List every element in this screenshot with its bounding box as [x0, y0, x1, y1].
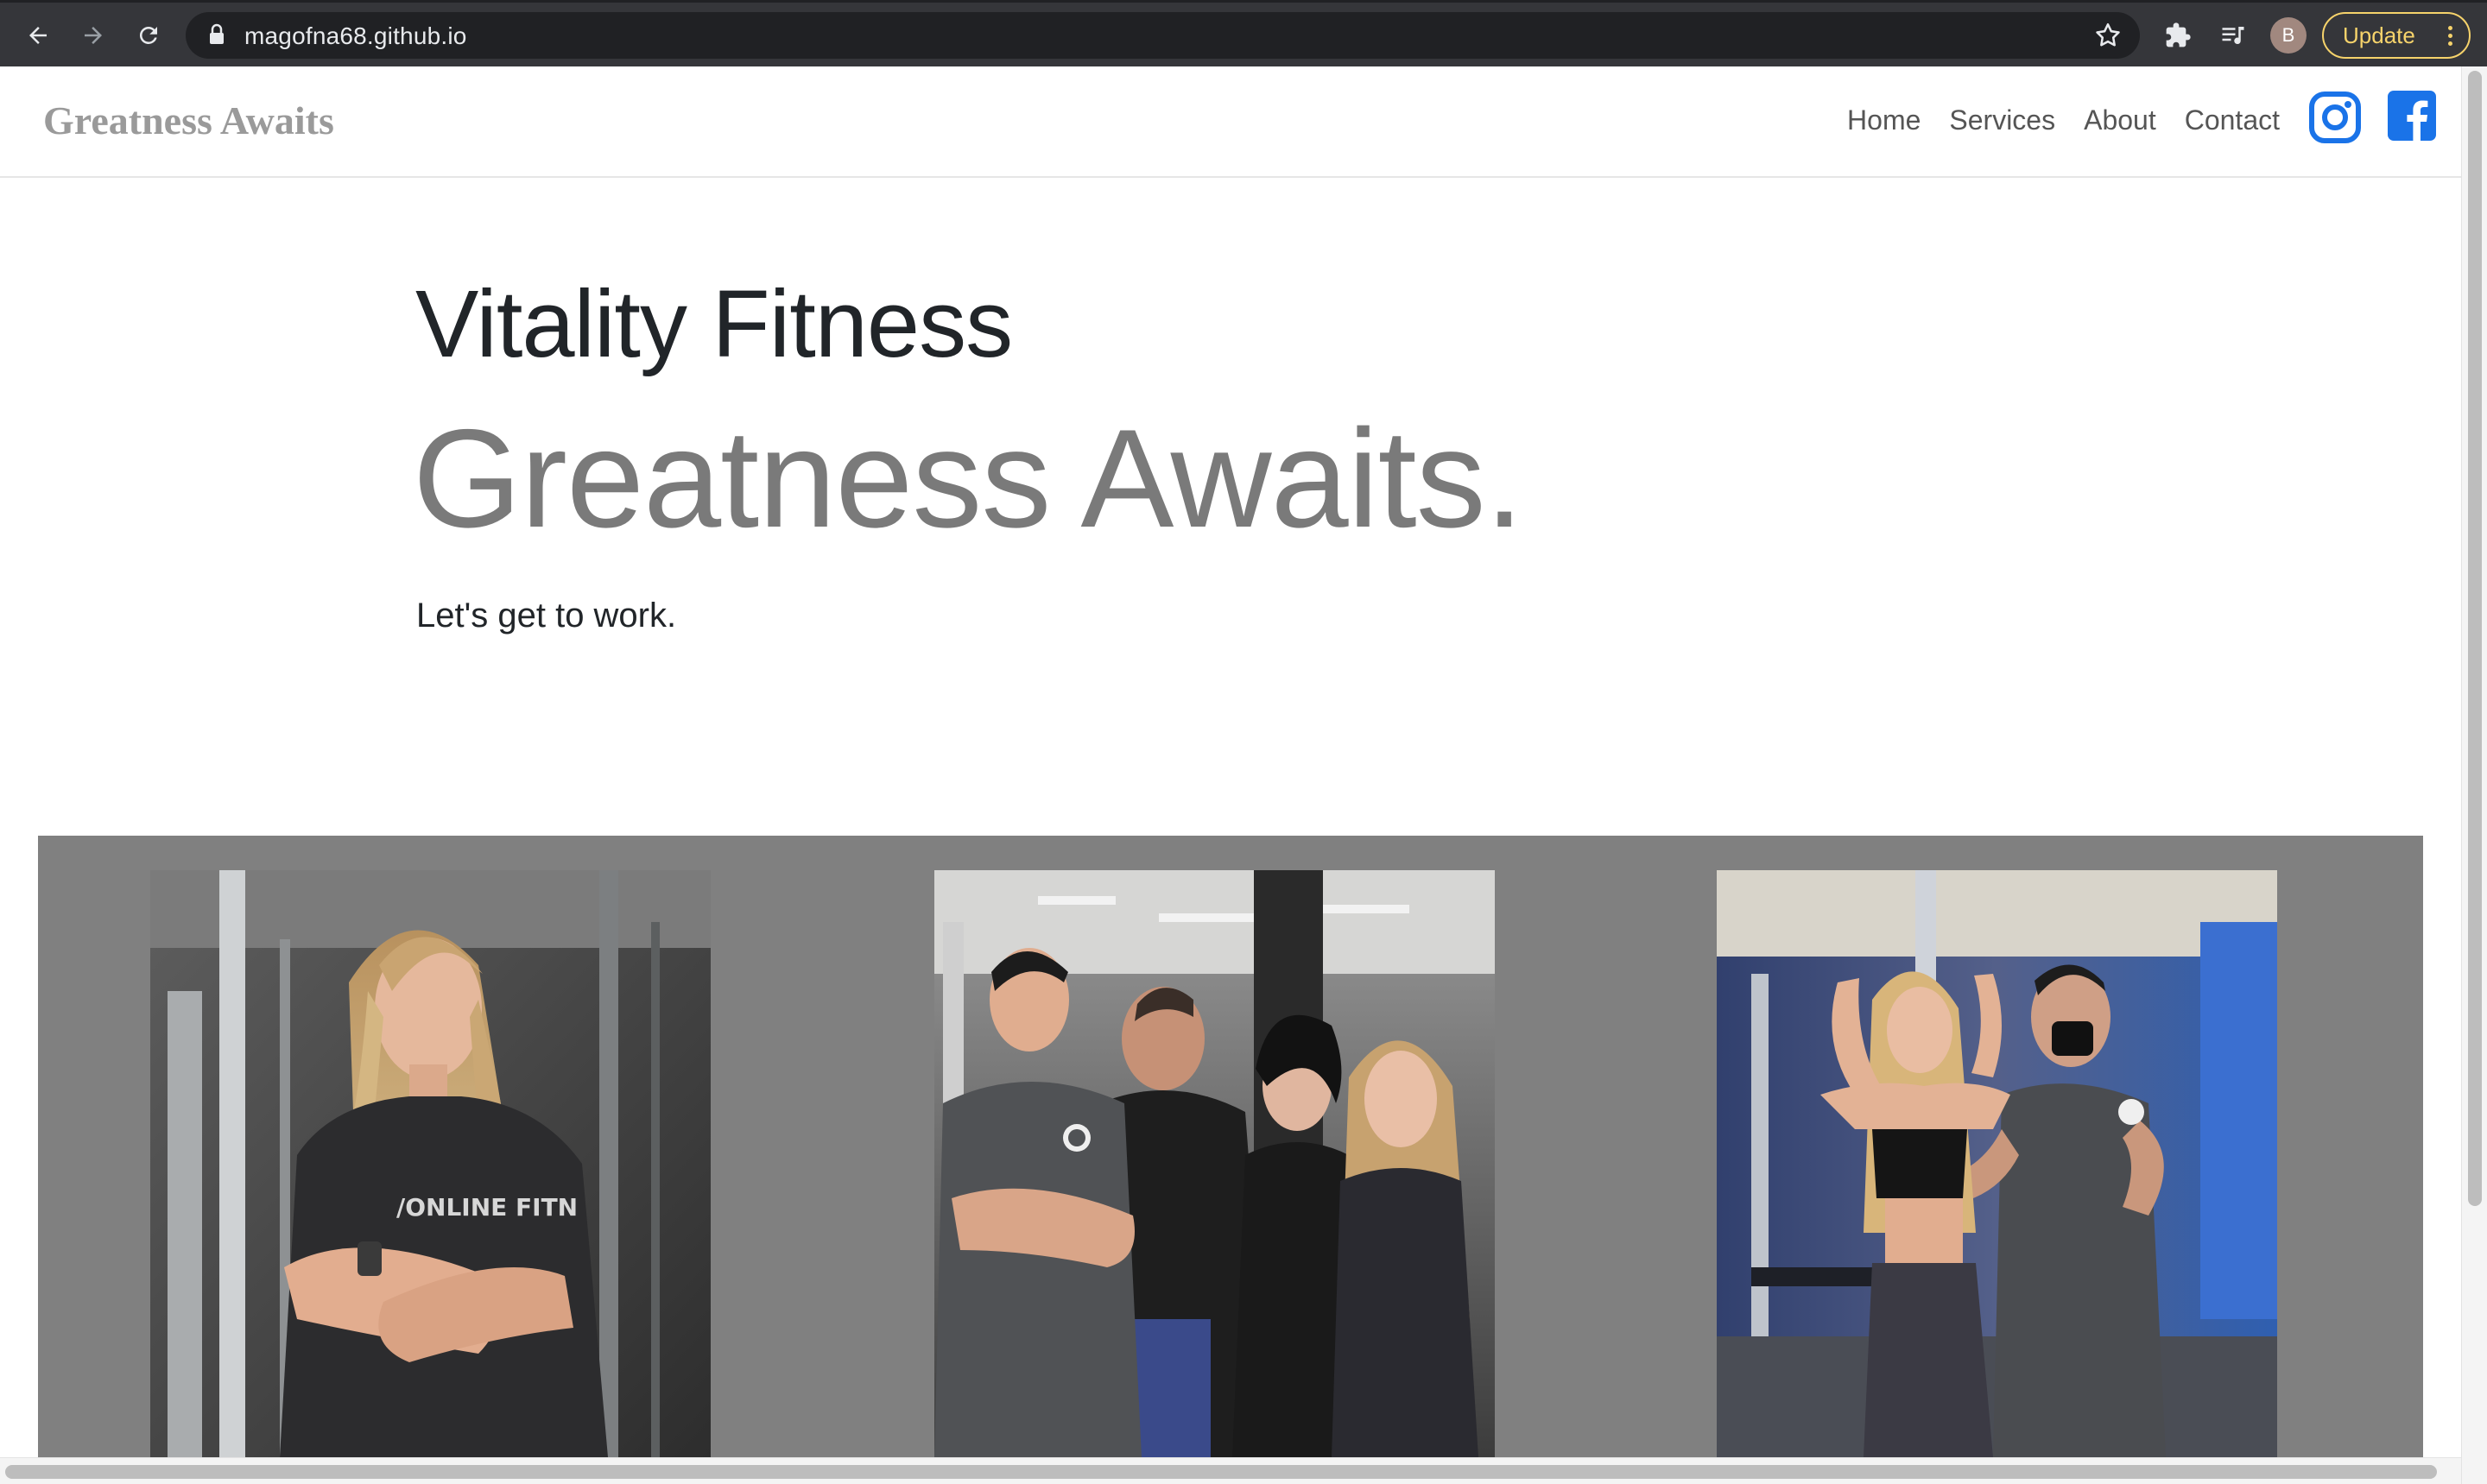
photo-gallery: /ONLINE FITN — [38, 836, 2423, 1457]
nav-links: Home Services About Contact — [1847, 104, 2280, 136]
site-brand[interactable]: Greatness Awaits — [43, 98, 334, 143]
reading-list-icon[interactable] — [2216, 18, 2250, 53]
nav-link-about[interactable]: About — [2084, 104, 2156, 136]
hero-subtitle: Let's get to work. — [416, 597, 677, 635]
gallery-photo-trainer: /ONLINE FITN — [150, 870, 711, 1457]
update-button[interactable]: Update — [2322, 12, 2471, 59]
vertical-scrollbar-thumb[interactable] — [2468, 71, 2482, 1206]
extensions-puzzle-icon[interactable] — [2161, 18, 2195, 53]
browser-toolbar: magofna68.github.io B Update — [0, 0, 2487, 66]
nav-link-contact[interactable]: Contact — [2185, 104, 2280, 136]
facebook-icon[interactable] — [2388, 91, 2441, 144]
gallery-photo-client — [1717, 870, 2277, 1457]
update-label: Update — [2343, 22, 2415, 48]
reload-button[interactable] — [128, 15, 169, 56]
lock-icon — [208, 23, 225, 50]
nav-link-home[interactable]: Home — [1847, 104, 1921, 136]
reload-icon — [139, 26, 157, 44]
forward-button[interactable] — [73, 15, 114, 56]
nav-link-services[interactable]: Services — [1949, 104, 2055, 136]
hero-headline: Greatness Awaits. — [413, 401, 1524, 557]
back-arrow-icon — [29, 27, 47, 44]
address-bar[interactable]: magofna68.github.io — [186, 12, 2140, 59]
bookmark-star-icon[interactable] — [2093, 21, 2123, 54]
hero-title: Vitality Fitness — [415, 271, 1013, 377]
forward-arrow-icon — [85, 27, 102, 44]
instagram-icon[interactable] — [2308, 91, 2362, 144]
svg-text:/ONLINE FITN: /ONLINE FITN — [396, 1193, 578, 1222]
more-menu-icon — [2448, 22, 2455, 49]
gallery-photo-team — [934, 870, 1495, 1457]
url-text: magofna68.github.io — [244, 22, 467, 49]
horizontal-scrollbar-thumb[interactable] — [5, 1465, 2437, 1479]
profile-avatar[interactable]: B — [2270, 17, 2307, 54]
site-navbar: Greatness Awaits Home Services About Con… — [0, 66, 2461, 178]
back-button[interactable] — [17, 15, 59, 56]
